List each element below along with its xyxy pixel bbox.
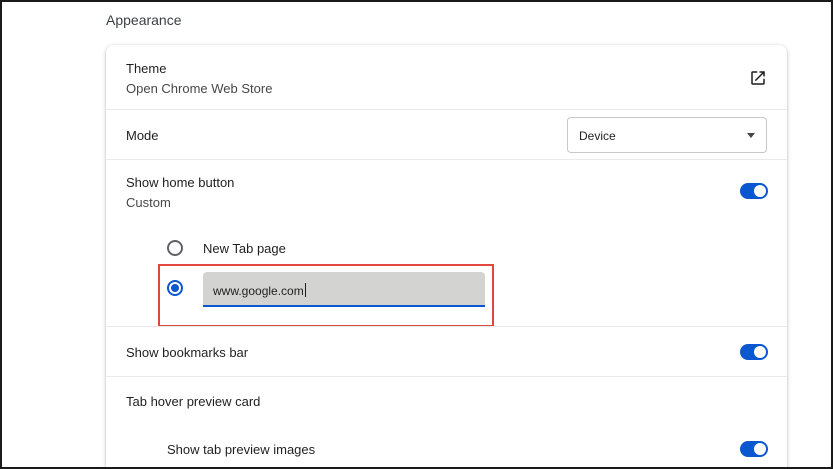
appearance-card: Theme Open Chrome Web Store Mode Device …: [106, 45, 787, 467]
caret-down-icon: [747, 133, 755, 138]
radio-new-tab-page[interactable]: [167, 240, 183, 256]
bookmarks-bar-label: Show bookmarks bar: [126, 345, 249, 360]
section-title: Appearance: [106, 12, 182, 28]
theme-row[interactable]: Theme Open Chrome Web Store: [106, 45, 787, 109]
highlight-box: [158, 264, 494, 327]
tab-hover-label: Tab hover preview card: [126, 394, 261, 409]
mode-label: Mode: [126, 128, 159, 143]
divider: [106, 376, 787, 377]
toggle-knob: [754, 185, 766, 197]
home-button-toggle[interactable]: [740, 183, 768, 199]
home-button-label: Show home button: [126, 175, 235, 190]
bookmarks-bar-row[interactable]: Show bookmarks bar: [106, 327, 787, 376]
window-frame: Appearance Theme Open Chrome Web Store M…: [0, 0, 833, 469]
theme-label: Theme: [126, 61, 167, 76]
theme-sublabel: Open Chrome Web Store: [126, 81, 273, 96]
divider: [106, 159, 787, 160]
bookmarks-bar-toggle[interactable]: [740, 344, 768, 360]
toggle-knob: [754, 443, 766, 455]
home-button-sublabel: Custom: [126, 195, 171, 210]
tab-preview-images-toggle[interactable]: [740, 441, 768, 457]
toggle-knob: [754, 346, 766, 358]
radio-new-tab-page-label[interactable]: New Tab page: [203, 241, 286, 256]
open-in-new-icon[interactable]: [749, 69, 767, 87]
tab-preview-images-label: Show tab preview images: [167, 442, 316, 457]
mode-select[interactable]: Device: [567, 117, 767, 153]
mode-select-value: Device: [579, 129, 616, 143]
